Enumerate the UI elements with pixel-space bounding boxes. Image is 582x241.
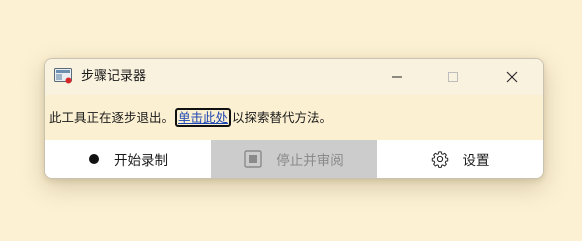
start-recording-label: 开始录制 [114, 153, 168, 169]
notice-prefix: 此工具正在逐步退出。 [49, 110, 175, 125]
settings-button[interactable]: 设置 [377, 140, 543, 178]
stop-and-review-button[interactable]: 停止并审阅 [211, 140, 377, 178]
notice-suffix: 以探索替代方法。 [232, 110, 333, 125]
gear-icon [431, 150, 449, 168]
start-recording-button[interactable]: 开始录制 [45, 140, 211, 178]
stop-and-review-label: 停止并审阅 [276, 153, 344, 169]
settings-label: 设置 [462, 153, 490, 169]
maximize-icon [447, 68, 459, 87]
recorder-toolbar: 开始录制 停止并审阅 设置 [45, 140, 543, 178]
steps-recorder-icon [54, 68, 72, 84]
steps-recorder-window: 步骤记录器 此工具正在逐步退出。 单击此处 以探索替代方法。 开始录制 停止并审… [44, 58, 544, 179]
maximize-button[interactable] [430, 59, 476, 95]
stop-icon [244, 150, 262, 168]
close-icon [506, 68, 518, 87]
deprecation-notice: 此工具正在逐步退出。 单击此处 以探索替代方法。 [45, 95, 543, 140]
notice-text: 此工具正在逐步退出。 单击此处 以探索替代方法。 [49, 108, 333, 127]
alternatives-link[interactable]: 单击此处 [175, 108, 232, 127]
minimize-button[interactable] [374, 59, 420, 95]
window-title: 步骤记录器 [81, 69, 147, 84]
record-icon [88, 153, 100, 165]
minimize-icon [391, 68, 403, 87]
close-button[interactable] [489, 59, 535, 95]
title-bar[interactable]: 步骤记录器 [45, 59, 543, 95]
